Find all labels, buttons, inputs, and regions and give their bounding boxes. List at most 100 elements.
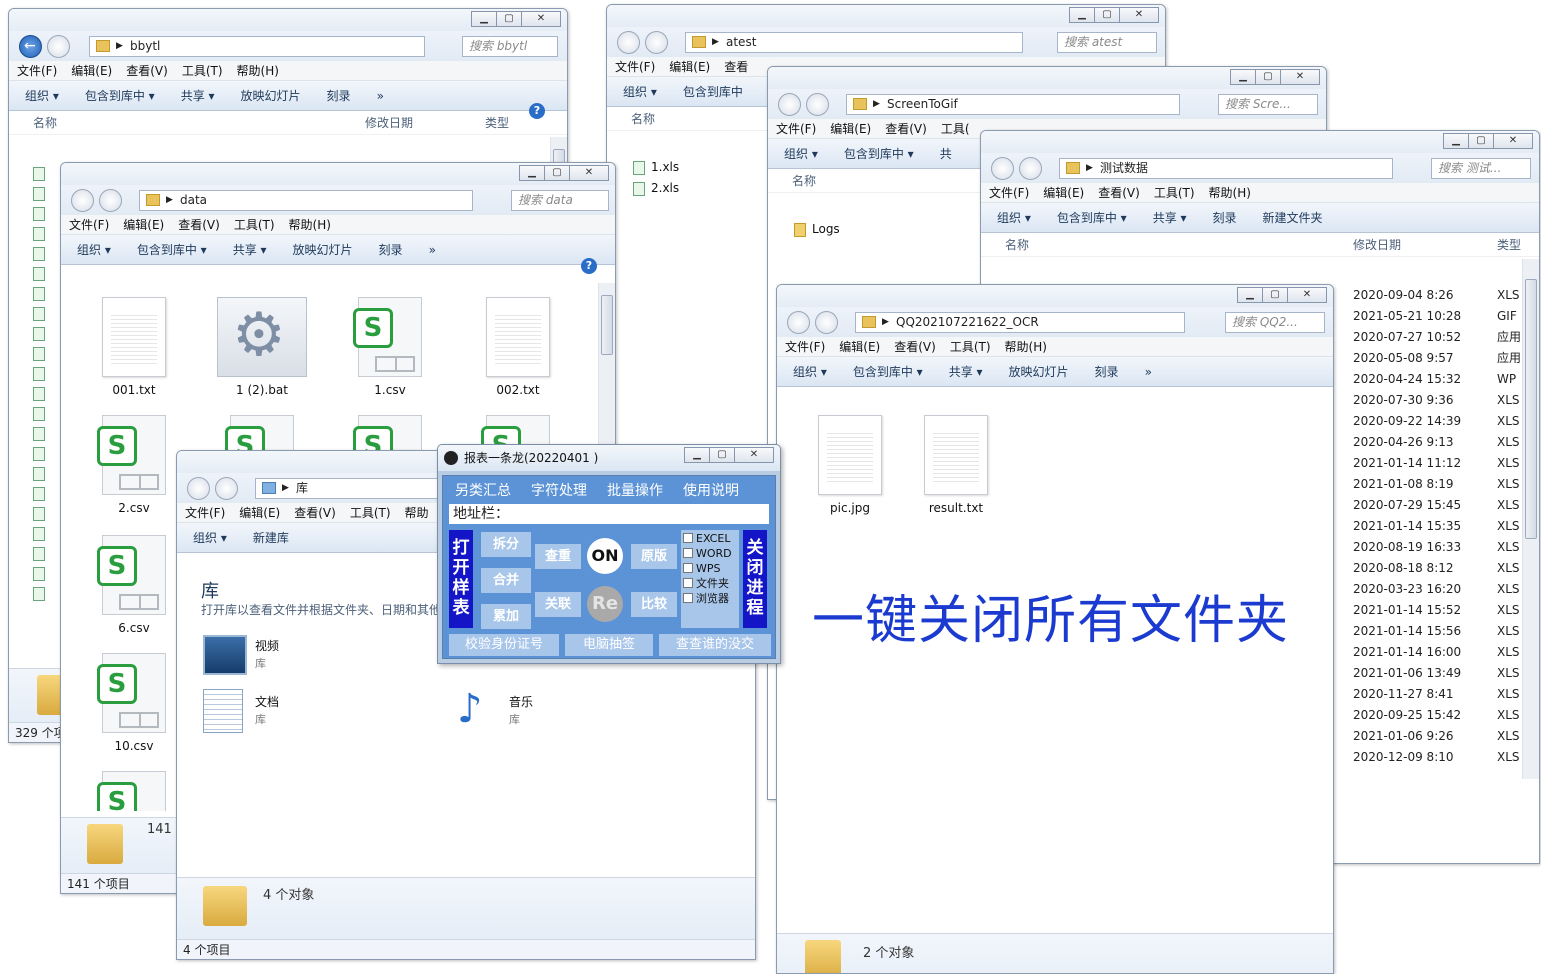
folder-checkbox[interactable]: 文件夹	[683, 577, 729, 591]
organize-button[interactable]: 组织 ▾	[623, 85, 657, 99]
maximize-button[interactable]: ▢	[709, 447, 735, 463]
table-row[interactable]: 2020-07-29 15:45 XLS	[1345, 495, 1521, 516]
forward-button[interactable]	[1019, 157, 1042, 180]
share-button[interactable]: 共享 ▾	[181, 89, 215, 103]
open-template-button[interactable]: 打开样表	[449, 530, 473, 628]
help-icon[interactable]: ?	[581, 258, 597, 274]
col-type[interactable]: 类型	[485, 111, 509, 135]
lottery-button[interactable]: 电脑抽签	[565, 634, 653, 656]
table-row[interactable]: 2020-08-19 16:33 XLS	[1345, 537, 1521, 558]
menu-view[interactable]: 查看(V)	[126, 64, 168, 78]
file-item[interactable]: 001.txt	[79, 297, 189, 397]
menu-edit[interactable]: 编辑(E)	[669, 60, 710, 74]
include-library-button[interactable]: 包含到库中 ▾	[853, 365, 923, 379]
file-item[interactable]: 1 (2).bat	[207, 297, 317, 397]
table-row[interactable]: 2021-01-14 15:35 XLS	[1345, 516, 1521, 537]
back-button[interactable]	[19, 35, 42, 58]
new-folder-button[interactable]: 新建文件夹	[1263, 211, 1323, 225]
slideshow-button[interactable]: 放映幻灯片	[293, 243, 353, 257]
word-checkbox[interactable]: WORD	[683, 547, 732, 561]
address-input[interactable]: 地址栏：	[449, 504, 769, 524]
check-missing-button[interactable]: 查查谁的没交	[659, 634, 771, 656]
list-item[interactable]: 2.xls	[633, 178, 679, 199]
link-button[interactable]: 关联	[535, 592, 581, 617]
close-button[interactable]: ✕	[1119, 7, 1159, 23]
menu-view[interactable]: 查看	[724, 60, 748, 74]
search-input[interactable]: 搜索 bbytl	[462, 36, 558, 57]
close-button[interactable]: ✕	[521, 11, 561, 27]
organize-button[interactable]: 组织 ▾	[77, 243, 111, 257]
dedupe-button[interactable]: 查重	[535, 544, 581, 569]
on-toggle[interactable]: ON	[587, 538, 623, 574]
list-item[interactable]: 1.xls	[633, 157, 679, 178]
table-row[interactable]: 2021-01-06 9:26 XLS	[1345, 726, 1521, 747]
share-button[interactable]: 共享 ▾	[233, 243, 267, 257]
slideshow-button[interactable]: 放映幻灯片	[241, 89, 301, 103]
file-item[interactable]: S 1.csv	[335, 297, 445, 397]
burn-button[interactable]: 刻录	[1213, 211, 1237, 225]
menu-tools[interactable]: 工具(T)	[950, 340, 991, 354]
forward-button[interactable]	[815, 311, 838, 334]
include-library-button[interactable]: 包含到库中 ▾	[844, 147, 914, 161]
close-button[interactable]: ✕	[734, 447, 774, 463]
menu-manual[interactable]: 使用说明	[683, 483, 739, 499]
file-item[interactable]: S 10.csv	[79, 653, 189, 753]
organize-button[interactable]: 组织 ▾	[784, 147, 818, 161]
include-library-button[interactable]: 包含到库中 ▾	[85, 89, 155, 103]
menu-tools[interactable]: 工具(T)	[350, 506, 391, 520]
organize-button[interactable]: 组织 ▾	[25, 89, 59, 103]
table-row[interactable]: 2021-01-14 15:56 XLS	[1345, 621, 1521, 642]
original-button[interactable]: 原版	[631, 544, 677, 569]
menu-help[interactable]: 帮助(H)	[1209, 186, 1251, 200]
menu-file[interactable]: 文件(F)	[785, 340, 825, 354]
split-button[interactable]: 拆分	[481, 532, 531, 557]
forward-button[interactable]	[47, 35, 70, 58]
table-row[interactable]: 2020-12-09 8:10 XLS	[1345, 747, 1521, 768]
minimize-button[interactable]: ▁	[519, 165, 545, 181]
menu-view[interactable]: 查看(V)	[1098, 186, 1140, 200]
wps-checkbox[interactable]: WPS	[683, 562, 721, 576]
forward-button[interactable]	[215, 477, 238, 500]
file-item[interactable]: result.txt	[901, 415, 1011, 515]
menu-batch[interactable]: 批量操作	[607, 483, 663, 499]
address-bar[interactable]: ▶ bbytl	[89, 36, 425, 57]
burn-button[interactable]: 刻录	[379, 243, 403, 257]
menu-help[interactable]: 帮助(H)	[289, 218, 331, 232]
file-item[interactable]: S 6.csv	[79, 535, 189, 635]
minimize-button[interactable]: ▁	[1443, 133, 1469, 149]
address-bar[interactable]: ▶ ScreenToGif	[846, 94, 1180, 115]
verify-id-button[interactable]: 校验身份证号	[449, 634, 559, 656]
compare-button[interactable]: 比较	[631, 592, 677, 617]
menu-help[interactable]: 帮助(H)	[1005, 340, 1047, 354]
search-input[interactable]: 搜索 Scre...	[1218, 94, 1318, 115]
close-button[interactable]: ✕	[1280, 69, 1320, 85]
share-button[interactable]: 共享 ▾	[949, 365, 983, 379]
menu-file[interactable]: 文件(F)	[17, 64, 57, 78]
table-row[interactable]: 2021-01-14 16:00 XLS	[1345, 642, 1521, 663]
organize-button[interactable]: 组织 ▾	[193, 531, 227, 545]
share-button[interactable]: 共享 ▾	[1153, 211, 1187, 225]
back-button[interactable]	[71, 189, 94, 212]
maximize-button[interactable]: ▢	[1262, 287, 1288, 303]
search-input[interactable]: 搜索 atest	[1057, 32, 1157, 53]
table-row[interactable]: 2020-07-30 9:36 XLS	[1345, 390, 1521, 411]
menu-file[interactable]: 文件(F)	[69, 218, 109, 232]
scrollbar[interactable]	[1522, 259, 1539, 779]
close-button[interactable]: ✕	[1287, 287, 1327, 303]
include-library-button[interactable]: 包含到库中 ▾	[1057, 211, 1127, 225]
menu-tools[interactable]: 工具(T)	[1154, 186, 1195, 200]
back-button[interactable]	[187, 477, 210, 500]
menu-view[interactable]: 查看(V)	[885, 122, 927, 136]
menu-summary[interactable]: 另类汇总	[455, 483, 511, 499]
menu-file[interactable]: 文件(F)	[185, 506, 225, 520]
table-row[interactable]: 2020-04-26 9:13 XLS	[1345, 432, 1521, 453]
file-item[interactable]: pic.jpg	[795, 415, 905, 515]
file-item[interactable]: S 2.csv	[79, 415, 189, 515]
minimize-button[interactable]: ▁	[684, 447, 710, 463]
col-name[interactable]: 名称	[792, 169, 816, 193]
include-library-button[interactable]: 包含到库中 ▾	[137, 243, 207, 257]
include-library-button[interactable]: 包含到库中	[683, 85, 743, 99]
address-bar[interactable]: ▶ QQ202107221622_OCR	[855, 312, 1185, 333]
more-button[interactable]: »	[1145, 365, 1152, 379]
table-row[interactable]: 2021-01-06 13:49 XLS	[1345, 663, 1521, 684]
